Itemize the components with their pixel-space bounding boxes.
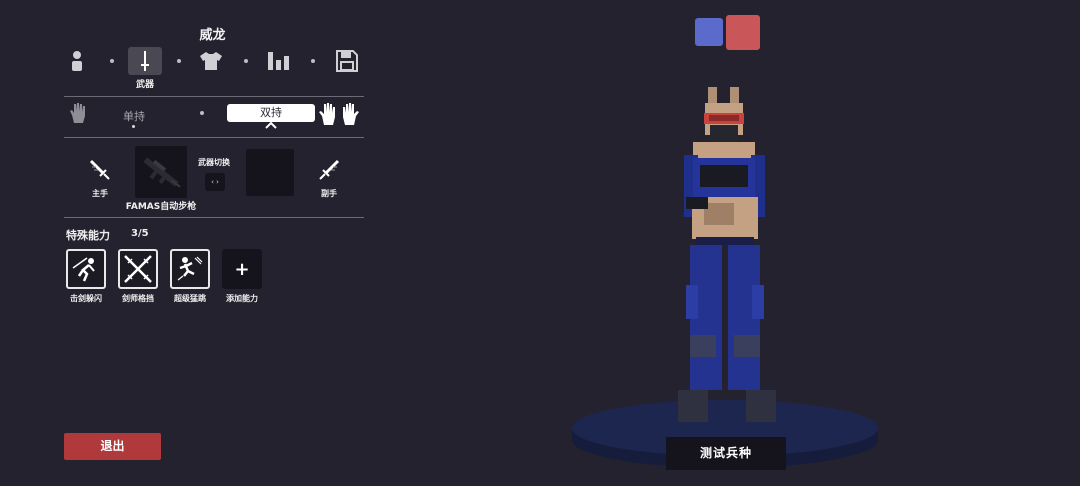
tab-weapon-label: 武器	[135, 80, 154, 90]
grip-single-option[interactable]: 单持	[114, 108, 154, 124]
main-hand: 主手	[80, 158, 120, 199]
ability-label: 剑师格挡	[122, 294, 154, 303]
ability-icon-box	[66, 249, 106, 289]
tab-separator-dot	[177, 59, 181, 63]
tab-separator-dot	[110, 59, 114, 63]
tab-weapon[interactable]	[128, 47, 162, 75]
off-weapon-slot[interactable]	[246, 149, 294, 196]
off-hand-sword-icon	[319, 159, 340, 180]
exit-button[interactable]: 退出	[64, 433, 161, 460]
ability-icon-box	[170, 249, 210, 289]
save-icon	[336, 50, 358, 72]
tab-separator-dot	[244, 59, 248, 63]
single-hand-icon	[70, 103, 85, 123]
dual-hands-icon	[319, 103, 359, 125]
team-red-swatch[interactable]	[726, 15, 760, 50]
grip-selector: 单持 双持	[64, 100, 364, 136]
unit-name: 威龙	[199, 28, 226, 43]
tab-separator-dot	[311, 59, 315, 63]
ability-super-jump[interactable]: 超级猛跳	[170, 249, 210, 304]
weapon-slots: 主手 FAMAS自动步枪 武器切换 ‹ › 副手	[64, 140, 364, 216]
person-icon	[72, 51, 82, 71]
add-ability[interactable]: + 添加能力	[222, 249, 262, 304]
divider	[64, 217, 364, 218]
ability-icon-box	[118, 249, 158, 289]
weapon-switch-label: 武器切换	[198, 158, 230, 167]
abilities-heading: 特殊能力	[66, 229, 110, 242]
ability-label: 超级猛跳	[174, 294, 206, 303]
off-hand: 副手	[309, 158, 349, 199]
shirt-icon	[200, 52, 222, 70]
ability-parry[interactable]: 剑师格挡	[118, 249, 158, 304]
abilities-count: 3/5	[131, 228, 149, 239]
caret-up-icon	[265, 121, 277, 129]
grip-single-dot	[132, 125, 135, 128]
main-weapon-name: FAMAS自动步枪	[125, 202, 197, 212]
grip-separator-dot	[200, 111, 204, 115]
super-jump-icon	[177, 256, 203, 281]
tab-clothing[interactable]	[194, 47, 228, 75]
weapon-switch-button[interactable]: ‹ ›	[205, 173, 225, 191]
tab-body[interactable]	[60, 47, 94, 75]
dodge-icon	[72, 257, 95, 282]
divider	[64, 96, 364, 97]
main-hand-sword-icon	[89, 159, 110, 180]
ability-dodge[interactable]: 击剑躲闪	[66, 249, 106, 304]
crossed-swords-icon	[124, 255, 152, 283]
editor-tabbar: 武器	[64, 47, 364, 90]
add-ability-label: 添加能力	[226, 294, 258, 303]
off-hand-label: 副手	[321, 189, 337, 198]
main-hand-label: 主手	[92, 189, 108, 198]
team-blue-swatch[interactable]	[695, 18, 723, 46]
tab-stats[interactable]	[262, 47, 296, 75]
main-weapon-slot[interactable]	[135, 146, 187, 198]
bar-chart-icon	[268, 52, 289, 70]
tab-save[interactable]	[330, 47, 364, 75]
add-ability-button[interactable]: +	[222, 249, 262, 289]
divider	[64, 137, 364, 138]
swap-arrows-icon: ‹ ›	[211, 178, 219, 186]
sword-icon	[141, 51, 149, 71]
unit-preview-soldier	[678, 87, 776, 422]
ability-label: 击剑躲闪	[70, 294, 102, 303]
test-unit-button[interactable]: 测试兵种	[666, 437, 786, 470]
rifle-icon	[143, 157, 181, 188]
